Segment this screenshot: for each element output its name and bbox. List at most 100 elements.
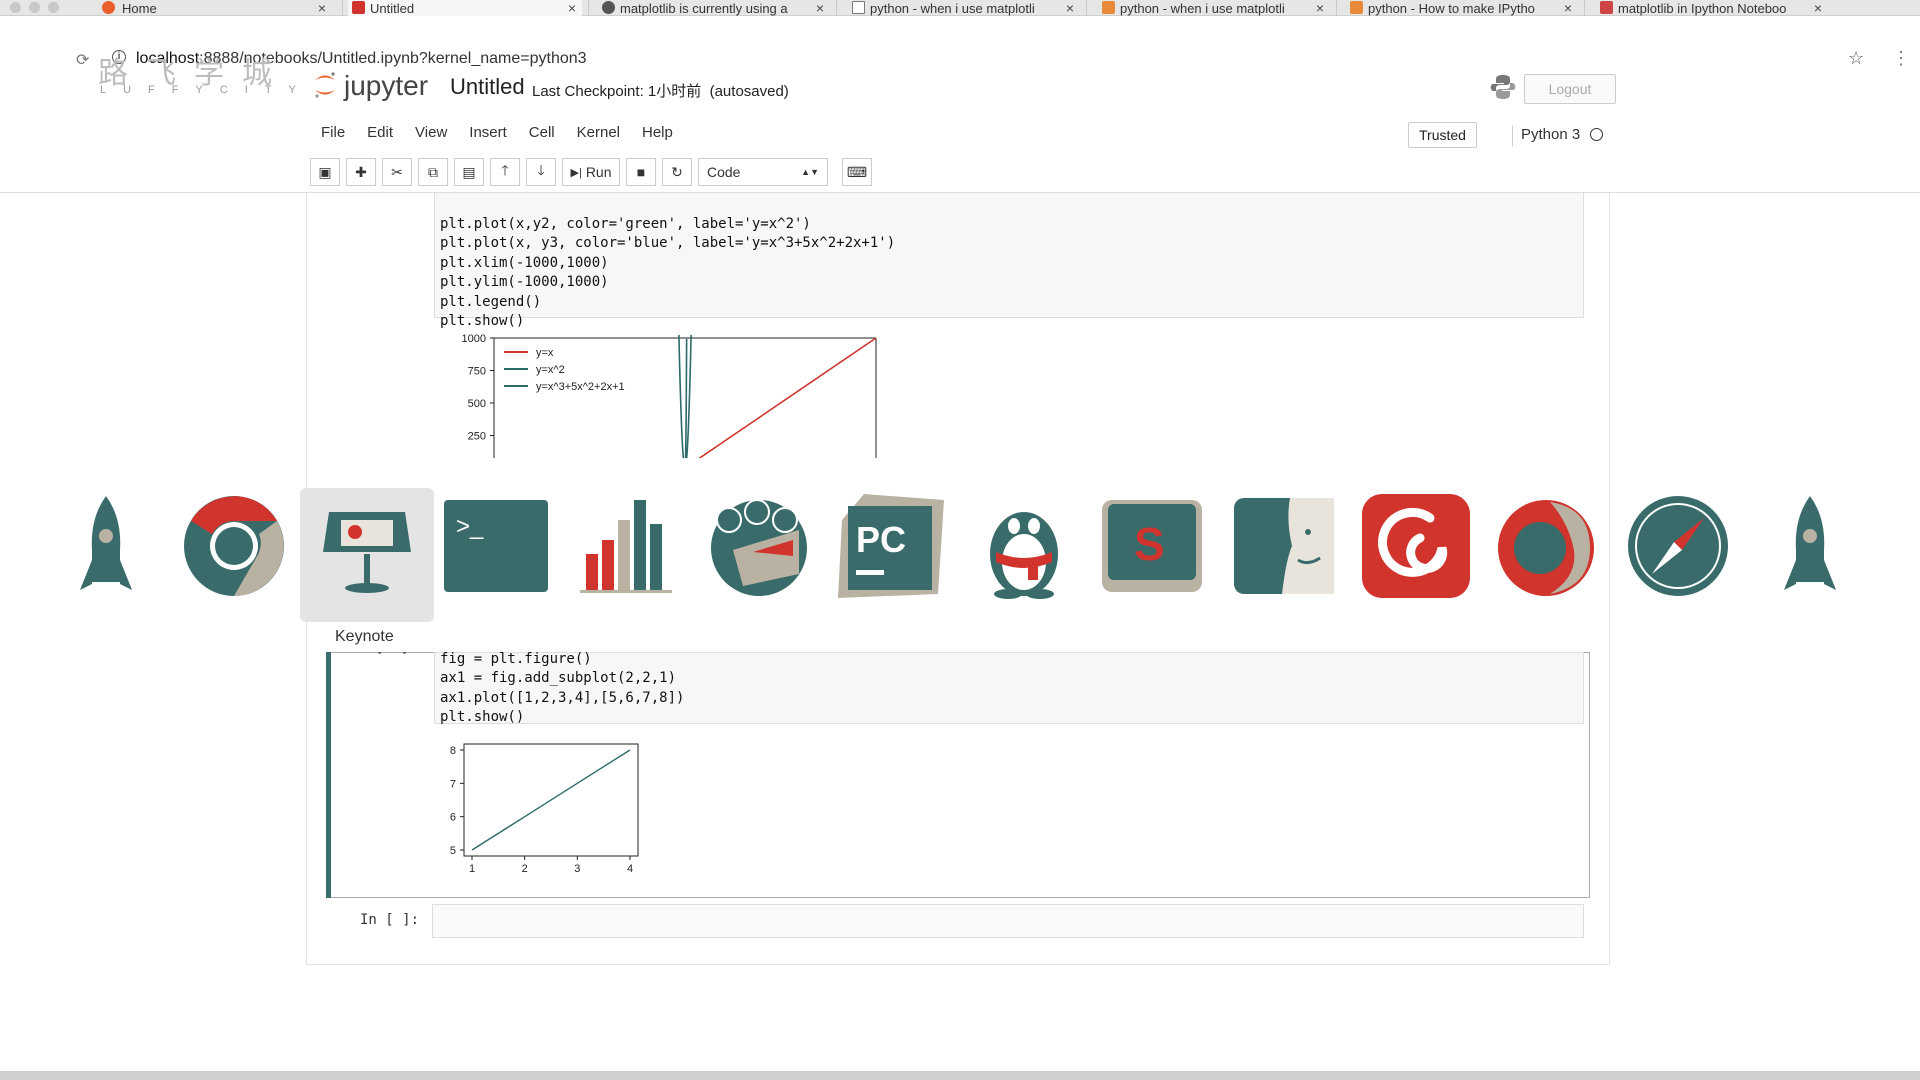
jupyter-icon: [102, 1, 115, 14]
browser-tab[interactable]: Untitled ×: [348, 0, 582, 16]
y-tick-label: 250: [468, 431, 486, 443]
browser-tab[interactable]: matplotlib is currently using a ×: [598, 0, 830, 16]
code-line: plt.show(): [440, 709, 525, 725]
firefox-app-icon[interactable]: [1490, 490, 1602, 602]
github-icon: [602, 1, 615, 14]
menu-cell[interactable]: Cell: [518, 120, 566, 145]
charts-app-icon[interactable]: [570, 490, 682, 602]
photos-app-icon[interactable]: [703, 490, 815, 602]
cell-type-value: Code: [707, 164, 741, 180]
code-line: plt.plot(x, y3, color='blue', label='y=x…: [440, 235, 896, 251]
paste-button[interactable]: ▤: [454, 158, 484, 186]
series-line-cubic: [684, 338, 688, 458]
move-down-button[interactable]: 🡓: [526, 158, 556, 186]
browser-tab[interactable]: python - How to make IPytho ×: [1346, 0, 1578, 16]
svg-text:PC: PC: [856, 519, 906, 560]
terminal-app-icon[interactable]: >_: [440, 490, 552, 602]
watermark-subtitle: LUFFYCITY: [100, 84, 313, 96]
x-tick-label: 3: [574, 863, 580, 875]
code-line: ax1.plot([1,2,3,4],[5,6,7,8]): [440, 689, 685, 706]
macos-dock: >_ PC S Keynote: [0, 458, 1920, 658]
logout-button[interactable]: Logout: [1524, 74, 1616, 104]
close-tab-icon[interactable]: ×: [318, 0, 326, 16]
window-controls: [10, 2, 59, 13]
scissors-icon: ✂: [391, 163, 403, 180]
updown-caret-icon: ▲▼: [801, 167, 819, 177]
cell-type-select[interactable]: Code ▲▼: [698, 158, 828, 186]
keynote-app-icon[interactable]: [311, 490, 423, 602]
netease-music-app-icon[interactable]: [1360, 490, 1472, 602]
close-tab-icon[interactable]: ×: [1564, 0, 1572, 16]
bookmark-star-icon[interactable]: ☆: [1848, 48, 1864, 69]
menu-file[interactable]: File: [310, 120, 356, 145]
sublime-app-icon[interactable]: S: [1096, 490, 1208, 602]
browser-tab[interactable]: python - when i use matplotli ×: [848, 0, 1080, 16]
maximize-window-button[interactable]: [48, 2, 59, 13]
close-tab-icon[interactable]: ×: [1814, 0, 1822, 16]
browser-tab[interactable]: Home ×: [100, 0, 332, 16]
code-line: ax1 = fig.add_subplot(2,2,1): [440, 670, 677, 686]
arrow-up-icon: 🡑: [501, 162, 509, 178]
cell-prompt: In [ ]:: [360, 912, 420, 928]
pycharm-app-icon[interactable]: PC: [834, 490, 946, 602]
chrome-app-icon[interactable]: [178, 490, 290, 602]
browser-tab[interactable]: matplotlib in Ipython Noteboo ×: [1596, 0, 1828, 16]
qq-app-icon[interactable]: [968, 490, 1080, 602]
window-bottom-edge: [0, 1071, 1920, 1080]
close-tab-icon[interactable]: ×: [1316, 0, 1324, 16]
series-line-y-x2: [678, 334, 692, 458]
copy-button[interactable]: ⧉: [418, 158, 448, 186]
rocket-app-icon[interactable]: [1754, 490, 1866, 602]
chart-1: 1000 750 500 250 y=x y=x^2 y=x^3+5x^2+2x+1: [462, 333, 877, 458]
close-tab-icon[interactable]: ×: [1066, 0, 1074, 16]
rocket-app-icon[interactable]: [50, 490, 162, 602]
move-up-button[interactable]: 🡑: [490, 158, 520, 186]
command-palette-button[interactable]: ⌨: [842, 158, 872, 186]
autosave-text: (autosaved): [709, 83, 789, 100]
stackoverflow-icon: [1350, 1, 1363, 14]
paste-icon: ▤: [462, 163, 476, 180]
menu-kernel[interactable]: Kernel: [566, 120, 631, 145]
jupyter-logo-icon: [315, 72, 335, 98]
insert-cell-button[interactable]: ✚: [346, 158, 376, 186]
tab-label: Untitled: [370, 0, 415, 16]
close-window-button[interactable]: [10, 2, 21, 13]
save-button[interactable]: ▣: [310, 158, 340, 186]
code-line: plt.xlim(-1000,1000): [440, 254, 609, 271]
browser-tab[interactable]: python - when i use matplotli ×: [1098, 0, 1330, 16]
empty-code-cell[interactable]: [432, 904, 1584, 938]
plus-icon: ✚: [355, 163, 367, 180]
notebook-bottom-border: [306, 964, 1610, 965]
minimize-window-button[interactable]: [29, 2, 40, 13]
checkpoint-status: Last Checkpoint: 1小时前 (autosaved): [532, 80, 789, 101]
close-tab-icon[interactable]: ×: [568, 0, 576, 16]
trusted-indicator[interactable]: Trusted: [1408, 122, 1477, 148]
browser-menu-icon[interactable]: ⋮: [1892, 48, 1910, 69]
jupyter-brand[interactable]: jupyter: [344, 70, 428, 102]
legend-label: y=x^3+5x^2+2x+1: [536, 381, 625, 393]
interrupt-button[interactable]: ■: [626, 158, 656, 186]
notebook-title[interactable]: Untitled: [450, 74, 525, 100]
safari-app-icon[interactable]: [1622, 490, 1734, 602]
selected-cell-indicator: [326, 652, 331, 898]
x-tick-label: 4: [627, 863, 633, 875]
restart-icon: ↻: [671, 163, 683, 180]
code-line: plt.plot(x,y2, color='green', label='y=x…: [440, 215, 811, 232]
menu-help[interactable]: Help: [631, 120, 684, 145]
step-forward-icon: ▶|: [570, 166, 582, 179]
code-line: plt.ylim(-1000,1000): [440, 274, 609, 290]
restart-button[interactable]: ↻: [662, 158, 692, 186]
chart-2: 1 2 3 4 5 6 7 8: [450, 743, 639, 875]
menu-edit[interactable]: Edit: [356, 120, 404, 145]
dock-hover-label: Keynote: [335, 628, 394, 645]
reload-icon[interactable]: ⟳: [76, 50, 89, 70]
menu-insert[interactable]: Insert: [458, 120, 518, 145]
cut-button[interactable]: ✂: [382, 158, 412, 186]
arrow-down-icon: 🡓: [537, 162, 545, 178]
notebook-toolbar: ▣ ✚ ✂ ⧉ ▤ 🡑 🡓 ▶| Run ■ ↻ Code ▲▼ ⌨: [310, 158, 872, 186]
close-tab-icon[interactable]: ×: [816, 0, 824, 16]
run-button[interactable]: ▶| Run: [562, 158, 620, 186]
menu-view[interactable]: View: [404, 120, 458, 145]
kernel-indicator[interactable]: Python 3: [1512, 126, 1604, 146]
finder-app-icon[interactable]: [1228, 490, 1340, 602]
